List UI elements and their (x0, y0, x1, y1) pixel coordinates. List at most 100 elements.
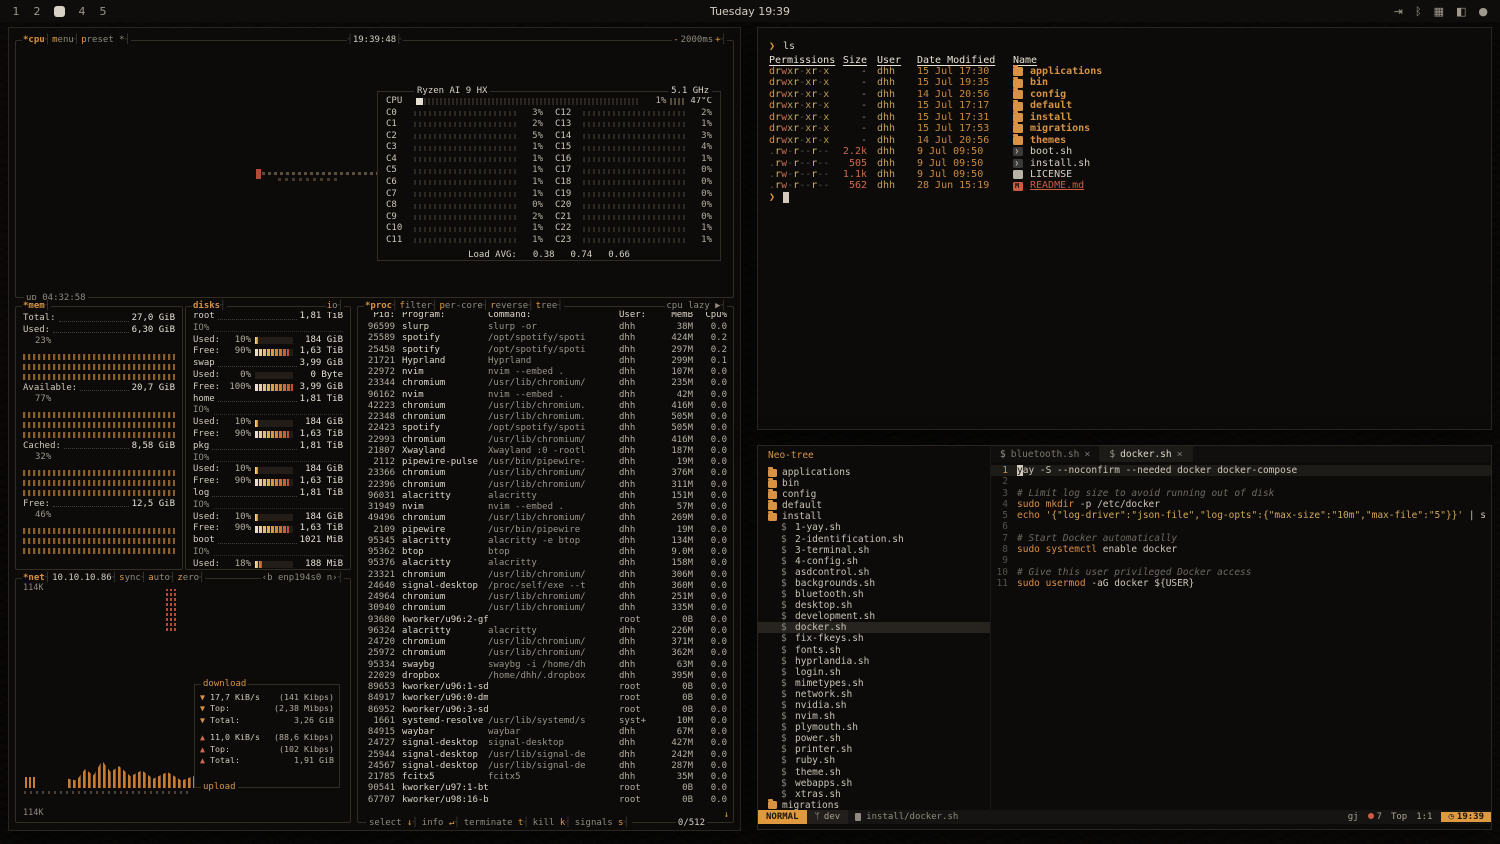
process-row[interactable]: 96162nvimnvim --embed .dhh42M0.0 (364, 390, 727, 401)
proc-action-select[interactable]: select ↓ (368, 817, 419, 829)
process-row[interactable]: 24727signal-desktopsignal-desktopdhh427M… (364, 738, 727, 749)
tree-item-bluetooth.sh[interactable]: $bluetooth.sh (758, 589, 990, 600)
interface-switcher[interactable]: ‹b enp194s0 n› (261, 572, 344, 584)
tree-item-hyprlandia.sh[interactable]: $hyprlandia.sh (758, 656, 990, 667)
tree-item-plymouth.sh[interactable]: $plymouth.sh (758, 722, 990, 733)
process-row[interactable]: 95345alacrittyalacritty -e btopdhh134M0.… (364, 536, 727, 547)
process-row[interactable]: 49496chromium/usr/lib/chromium/dhh269M0.… (364, 513, 727, 524)
tree-item-config[interactable]: config (758, 489, 990, 500)
tree-item-4-config.sh[interactable]: $4-config.sh (758, 556, 990, 567)
process-row[interactable]: 95362btopbtopdhh9.0M0.0 (364, 547, 727, 558)
tree-item-mimetypes.sh[interactable]: $mimetypes.sh (758, 678, 990, 689)
preset-button[interactable]: preset * (80, 34, 131, 46)
tree-button[interactable]: tree (535, 300, 564, 312)
power-icon[interactable]: ● (1478, 5, 1488, 18)
process-actions[interactable]: select ↓info ↵terminate tkill ksignals s (366, 817, 632, 829)
proc-box-title[interactable]: *proc (364, 300, 399, 312)
zero-button[interactable]: zero (176, 572, 205, 584)
editor-pane[interactable]: $bluetooth.sh×$docker.sh× 1yay -S --noco… (990, 446, 1491, 810)
close-tab-icon[interactable]: × (1084, 449, 1090, 460)
display-icon[interactable]: ◧ (1456, 5, 1466, 18)
terminal-cursor[interactable] (783, 192, 789, 203)
process-row[interactable]: 96324alacrittyalacrittydhh226M0.0 (364, 626, 727, 637)
process-row[interactable]: 22993chromium/usr/lib/chromium/dhh416M0.… (364, 435, 727, 446)
disks-box-title[interactable]: disks (192, 300, 227, 312)
tree-item-fix-fkeys.sh[interactable]: $fix-fkeys.sh (758, 633, 990, 644)
process-row[interactable]: 23344chromium/usr/lib/chromium/dhh235M0.… (364, 378, 727, 389)
process-row[interactable]: 2109pipewire/usr/bin/pipewiredhh19M0.0 (364, 525, 727, 536)
process-row[interactable]: 42223chromium/usr/lib/chromium.dhh416M0.… (364, 401, 727, 412)
process-row[interactable]: 95376alacrittyalacrittydhh158M0.0 (364, 558, 727, 569)
process-row[interactable]: 84915waybarwaybardhh67M0.0 (364, 727, 727, 738)
per-core-button[interactable]: per-core (438, 300, 489, 312)
tree-item-asdcontrol.sh[interactable]: $asdcontrol.sh (758, 567, 990, 578)
process-row[interactable]: 23321chromium/usr/lib/chromium/dhh306M0.… (364, 570, 727, 581)
process-row[interactable]: 22029dropbox/home/dhh/.dropboxdhh395M0.0 (364, 671, 727, 682)
buffer-tab-bluetooth.sh[interactable]: $bluetooth.sh× (991, 446, 1100, 462)
process-row[interactable]: 89653kworker/u96:1-sdroot0B0.0 (364, 682, 727, 693)
tree-item-docker.sh[interactable]: $docker.sh (758, 622, 990, 633)
mem-box-title[interactable]: *mem (22, 300, 51, 312)
system-tray[interactable]: ⇥ᛒ▦◧● (1394, 5, 1488, 18)
process-list[interactable]: 96599slurpslurp -ordhh38M0.025589spotify… (358, 322, 733, 810)
process-row[interactable]: 96031alacrittyalacrittydhh151M0.0 (364, 491, 727, 502)
tree-item-migrations[interactable]: migrations (758, 800, 990, 810)
process-row[interactable]: 24964chromium/usr/lib/chromium/dhh251M0.… (364, 592, 727, 603)
tree-item-printer.sh[interactable]: $printer.sh (758, 744, 990, 755)
process-row[interactable]: 23366chromium/usr/lib/chromium/dhh376M0.… (364, 468, 727, 479)
reverse-button[interactable]: reverse (489, 300, 534, 312)
process-row[interactable]: 67707kworker/u98:16-broot0B0.0 (364, 795, 727, 806)
filter-button[interactable]: filter (399, 300, 439, 312)
process-row[interactable]: 30940chromium/usr/lib/chromium/dhh335M0.… (364, 603, 727, 614)
tree-item-power.sh[interactable]: $power.sh (758, 733, 990, 744)
tree-item-1-yay.sh[interactable]: $1-yay.sh (758, 522, 990, 533)
file-tree[interactable]: applicationsbinconfigdefaultinstall$1-ya… (758, 467, 990, 810)
process-row[interactable]: 21721HyprlandHyprlanddhh299M0.1 (364, 356, 727, 367)
tree-item-xtras.sh[interactable]: $xtras.sh (758, 789, 990, 800)
workspace-button-5[interactable]: 5 (99, 5, 107, 18)
auto-button[interactable]: auto (147, 572, 176, 584)
tree-item-theme.sh[interactable]: $theme.sh (758, 767, 990, 778)
tree-item-3-terminal.sh[interactable]: $3-terminal.sh (758, 545, 990, 556)
tree-item-nvim.sh[interactable]: $nvim.sh (758, 711, 990, 722)
workspace-button-1[interactable]: 1 (12, 5, 20, 18)
tree-item-nvidia.sh[interactable]: $nvidia.sh (758, 700, 990, 711)
process-row[interactable]: 96599slurpslurp -ordhh38M0.0 (364, 322, 727, 333)
keyboard-icon[interactable]: ▦ (1434, 5, 1444, 18)
process-row[interactable]: 24567signal-desktop/usr/lib/signal-dedhh… (364, 761, 727, 772)
process-row[interactable]: 86952kworker/u96:3-sdroot0B0.0 (364, 705, 727, 716)
interval-decrease-button[interactable]: - (672, 34, 679, 46)
tree-item-desktop.sh[interactable]: $desktop.sh (758, 600, 990, 611)
tree-item-network.sh[interactable]: $network.sh (758, 689, 990, 700)
tree-item-ruby.sh[interactable]: $ruby.sh (758, 755, 990, 766)
process-row[interactable]: 25944signal-desktop/usr/lib/signal-dedhh… (364, 750, 727, 761)
process-row[interactable]: 25458spotify/opt/spotify/spotidhh297M0.2 (364, 345, 727, 356)
tree-item-fonts.sh[interactable]: $fonts.sh (758, 645, 990, 656)
process-row[interactable]: 93680kworker/u96:2-gfroot0B0.0 (364, 615, 727, 626)
process-row[interactable]: 1661systemd-resolve/usr/lib/systemd/ssys… (364, 716, 727, 727)
interval-increase-button[interactable]: + (714, 34, 727, 46)
tree-item-bin[interactable]: bin (758, 478, 990, 489)
process-row[interactable]: 24720chromium/usr/lib/chromium/dhh371M0.… (364, 637, 727, 648)
buffer-tab-docker.sh[interactable]: $docker.sh× (1100, 446, 1192, 462)
proc-action-terminate[interactable]: terminate t (463, 817, 530, 829)
tree-item-install[interactable]: install (758, 511, 990, 522)
process-row[interactable]: 22348chromium/usr/lib/chromium.dhh505M0.… (364, 412, 727, 423)
tree-item-webapps.sh[interactable]: $webapps.sh (758, 778, 990, 789)
tree-item-2-identification.sh[interactable]: $2-identification.sh (758, 534, 990, 545)
process-row[interactable]: 25589spotify/opt/spotify/spotidhh424M0.2 (364, 333, 727, 344)
proc-action-kill[interactable]: kill k (532, 817, 572, 829)
sort-selector[interactable]: cpu lazy ▶ (665, 300, 727, 312)
editor-buffer[interactable]: 1yay -S --noconfirm --needed docker dock… (991, 462, 1491, 589)
sync-button[interactable]: sync (118, 572, 147, 584)
workspace-button-2[interactable]: 2 (33, 5, 41, 18)
process-row[interactable]: 31949nvimnvim --embed .dhh57M0.0 (364, 502, 727, 513)
process-row[interactable]: 21785fcitx5fcitx5dhh35M0.0 (364, 772, 727, 783)
process-row[interactable]: 25972chromium/usr/lib/chromium/dhh362M0.… (364, 648, 727, 659)
tab-arrow-icon[interactable]: ⇥ (1394, 5, 1403, 18)
tree-item-applications[interactable]: applications (758, 467, 990, 478)
process-row[interactable]: 84917kworker/u96:0-dmroot0B0.0 (364, 693, 727, 704)
process-row[interactable]: 22396chromium/usr/lib/chromium/dhh311M0.… (364, 480, 727, 491)
tree-item-login.sh[interactable]: $login.sh (758, 667, 990, 678)
cpu-box-title[interactable]: *cpu (22, 34, 51, 46)
